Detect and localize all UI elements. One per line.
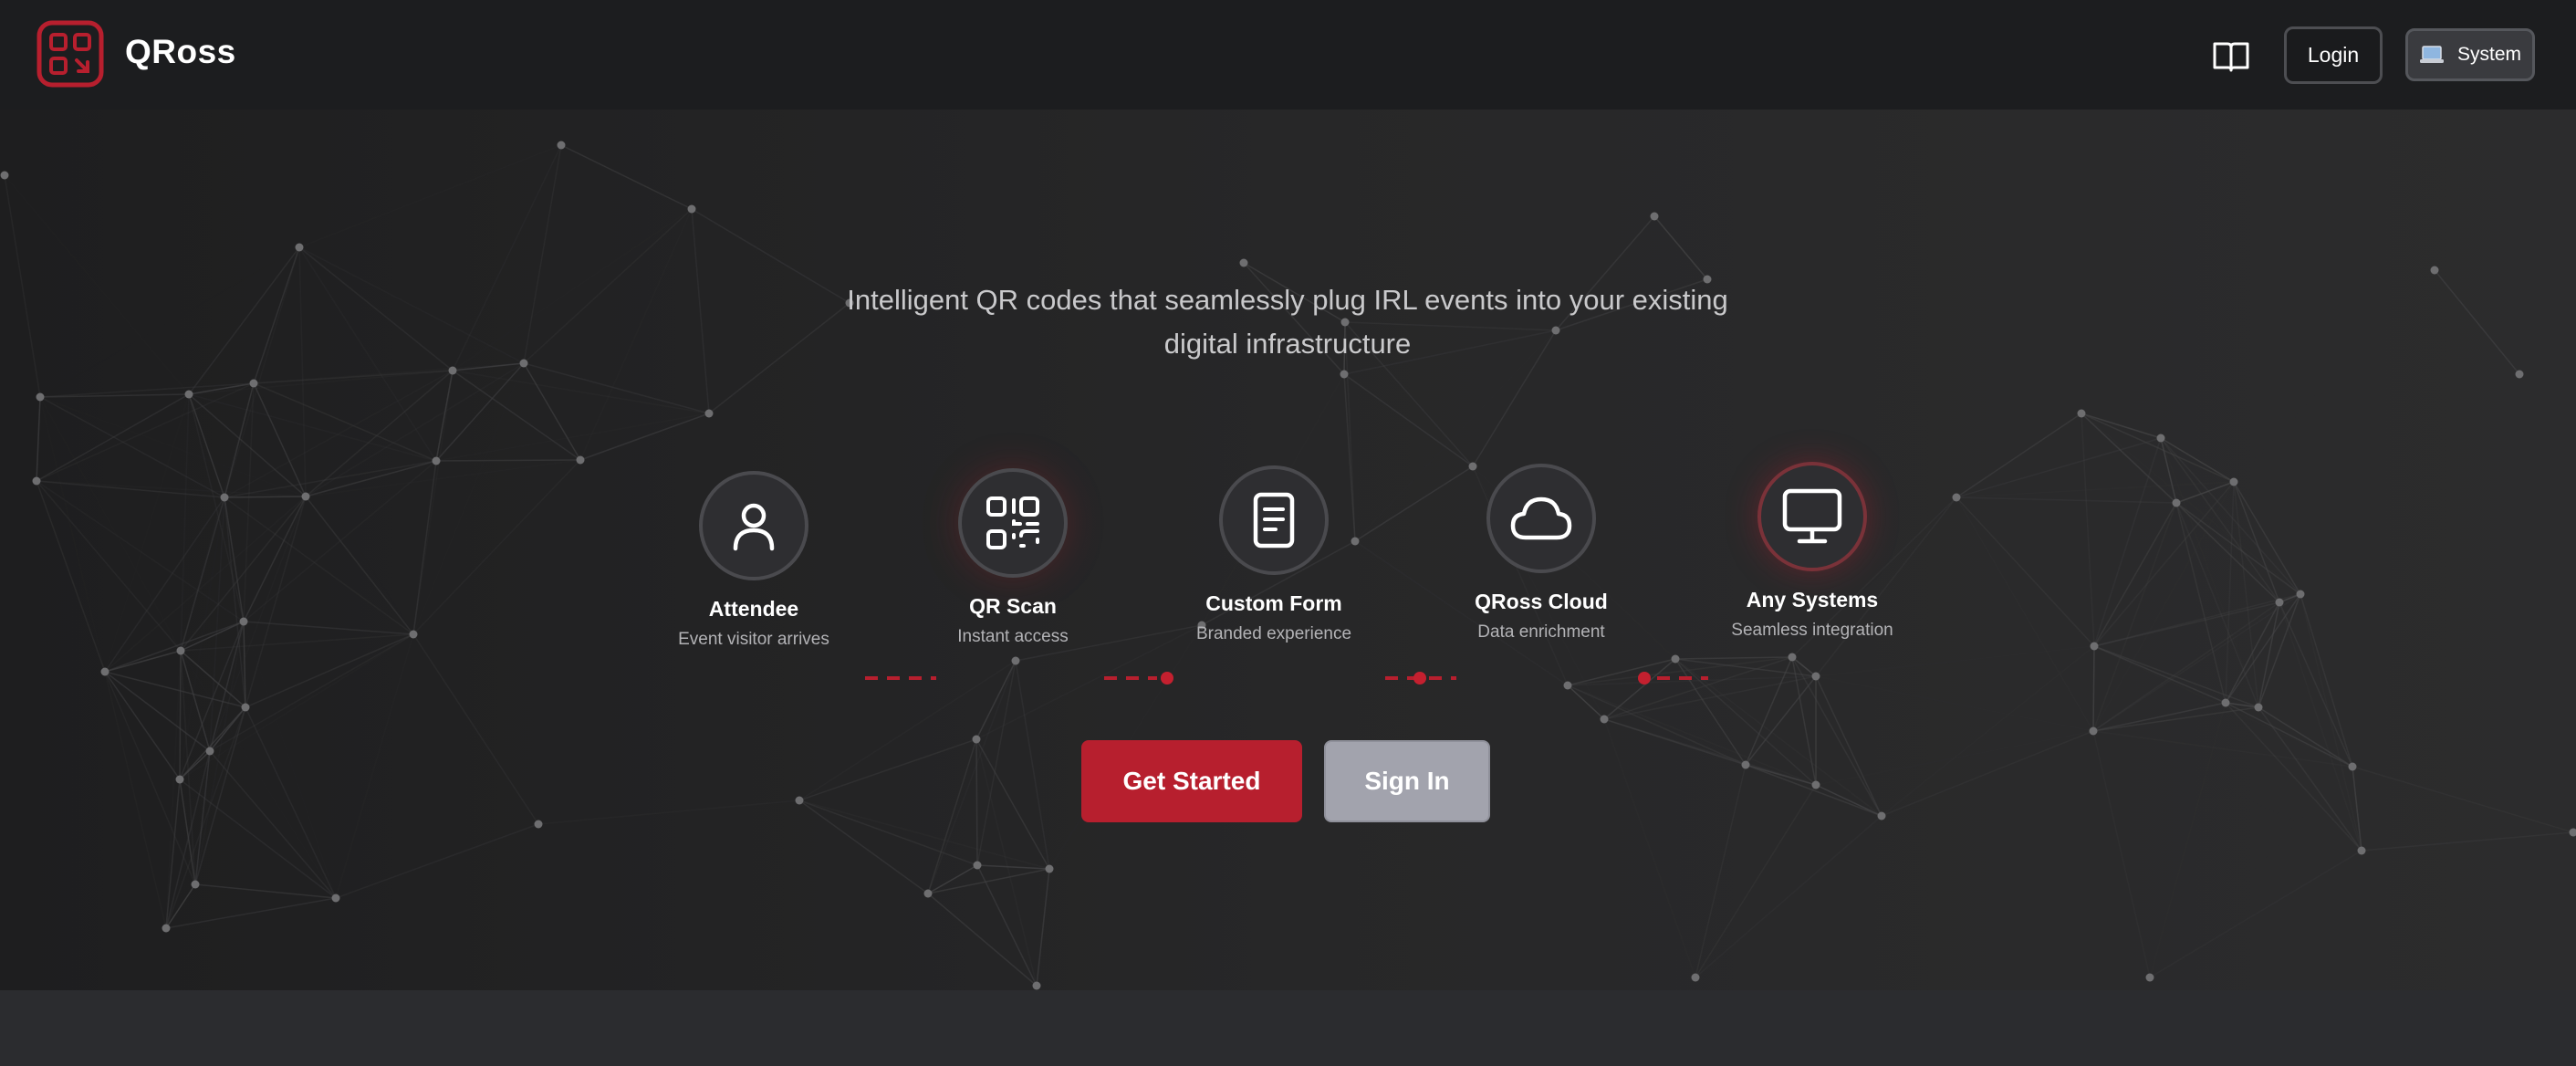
step-label: Attendee bbox=[708, 597, 799, 621]
qr-code-icon bbox=[986, 496, 1039, 549]
flow-connector bbox=[1638, 672, 1708, 685]
step-label: QRoss Cloud bbox=[1475, 590, 1608, 613]
step-circle bbox=[1219, 465, 1329, 575]
brand-name[interactable]: QRoss bbox=[125, 33, 236, 71]
top-navbar: QRoss Login System bbox=[0, 0, 2576, 110]
step-custom-form: Custom Form Branded experience bbox=[1164, 465, 1383, 644]
laptop-icon bbox=[2419, 46, 2444, 63]
step-description: Data enrichment bbox=[1477, 622, 1605, 642]
get-started-button[interactable]: Get Started bbox=[1081, 740, 1302, 822]
step-circle bbox=[1486, 464, 1596, 573]
qr-logo-icon[interactable] bbox=[37, 20, 104, 88]
flow-connector bbox=[1104, 672, 1173, 685]
step-label: Any Systems bbox=[1746, 588, 1879, 611]
step-qross-cloud: QRoss Cloud Data enrichment bbox=[1432, 464, 1651, 643]
step-label: QR Scan bbox=[969, 594, 1057, 618]
sign-in-button[interactable]: Sign In bbox=[1324, 740, 1490, 822]
flow-connector bbox=[1385, 672, 1456, 685]
document-icon bbox=[1253, 492, 1295, 549]
user-icon bbox=[733, 503, 775, 551]
page-footer-band bbox=[0, 990, 2576, 1066]
step-circle bbox=[1757, 462, 1867, 571]
monitor-icon bbox=[1782, 488, 1842, 544]
theme-system-button[interactable]: System bbox=[2405, 28, 2535, 81]
step-description: Seamless integration bbox=[1731, 621, 1893, 640]
step-label: Custom Form bbox=[1205, 591, 1342, 615]
login-button[interactable]: Login bbox=[2284, 26, 2383, 84]
step-any-systems: Any Systems Seamless integration bbox=[1703, 462, 1922, 641]
flow-connector bbox=[865, 676, 936, 680]
hero-tagline: Intelligent QR codes that seamlessly plu… bbox=[847, 284, 1728, 360]
step-circle bbox=[699, 471, 808, 580]
step-circle bbox=[958, 468, 1068, 578]
step-description: Branded experience bbox=[1195, 624, 1352, 643]
hero-section: Intelligent QR codes that seamlessly plu… bbox=[0, 110, 2576, 990]
book-icon[interactable] bbox=[2212, 37, 2250, 75]
step-attendee: Attendee Event visitor arrives bbox=[644, 471, 863, 650]
step-qr-scan: QR Scan Instant access bbox=[903, 468, 1122, 647]
theme-system-label: System bbox=[2456, 44, 2521, 65]
step-description: Event visitor arrives bbox=[678, 630, 829, 649]
cloud-icon bbox=[1510, 496, 1572, 540]
step-description: Instant access bbox=[957, 627, 1069, 646]
